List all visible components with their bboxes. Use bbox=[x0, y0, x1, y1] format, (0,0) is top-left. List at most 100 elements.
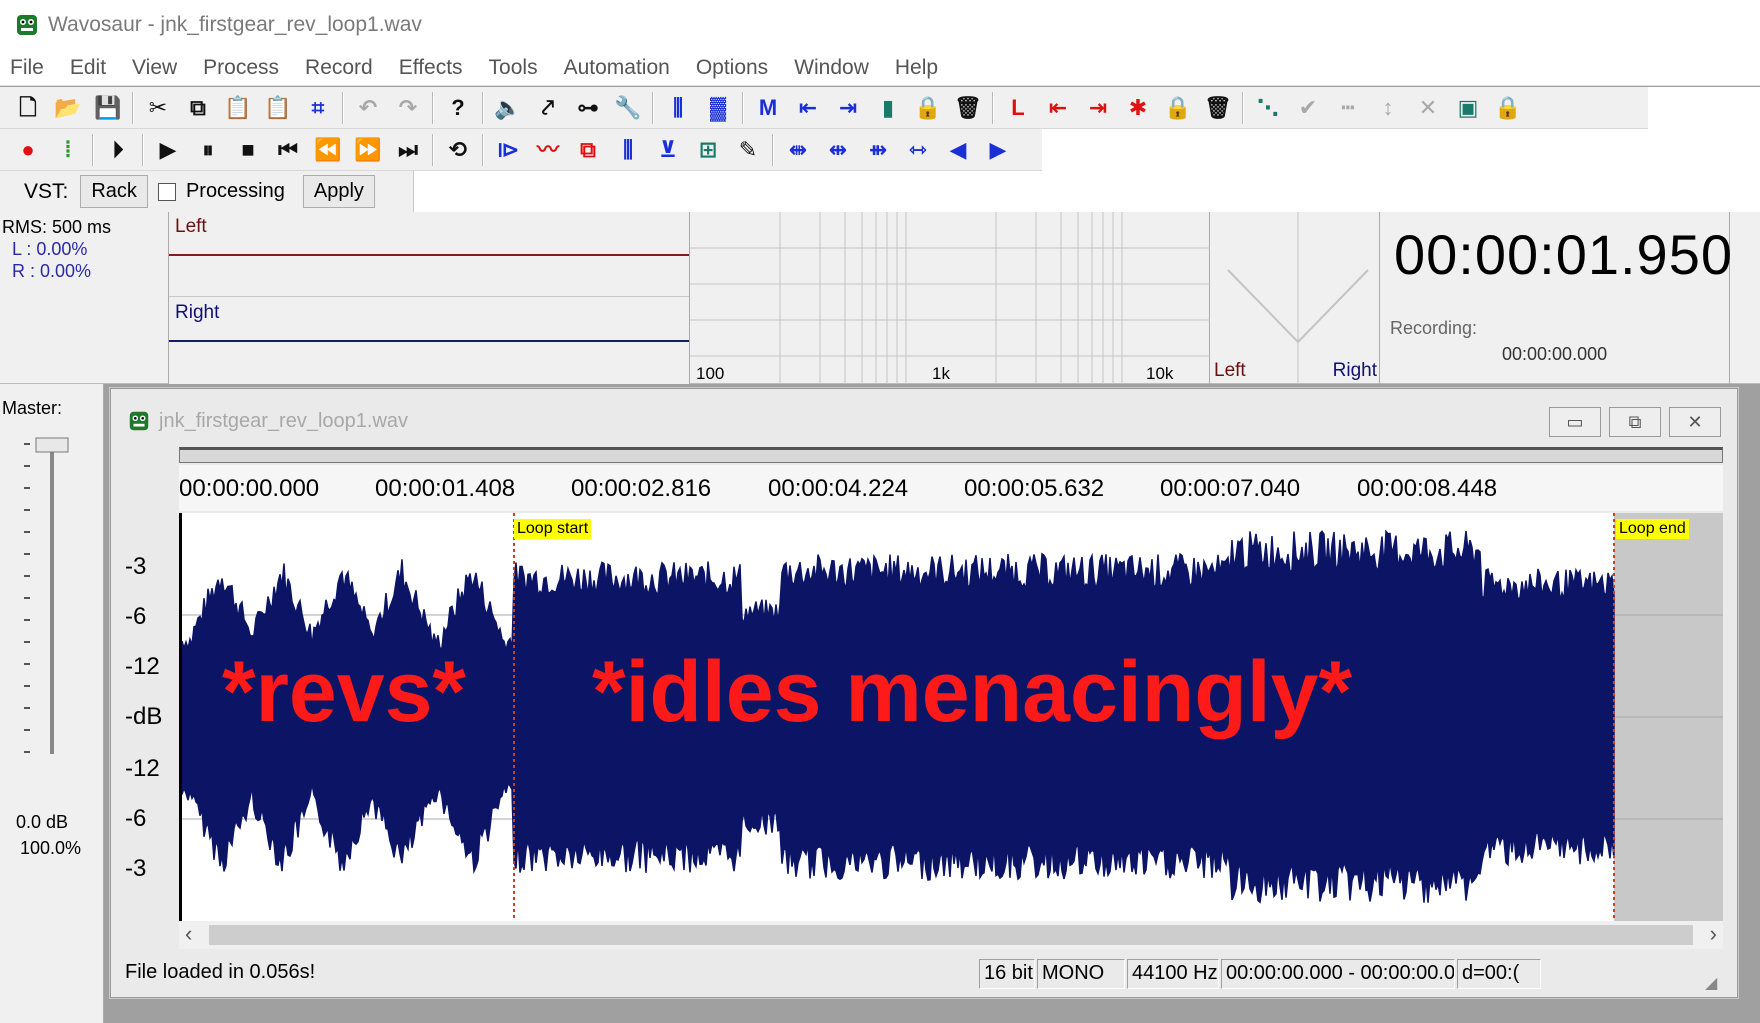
menu-file[interactable]: File bbox=[10, 56, 44, 80]
eq-icon[interactable]: ⊞ bbox=[688, 132, 728, 168]
trash-icon[interactable]: 🗑 bbox=[948, 90, 988, 126]
loop-lock-icon[interactable]: 🔒 bbox=[1158, 90, 1198, 126]
open-folder-icon[interactable]: 📂 bbox=[48, 90, 88, 126]
marker-fill-icon[interactable]: ▮ bbox=[868, 90, 908, 126]
waveform-view[interactable]: Loop start Loop end *revs* *idles menaci… bbox=[179, 513, 1723, 921]
menu-edit[interactable]: Edit bbox=[70, 56, 106, 80]
auto-lock-icon[interactable]: 🔒 bbox=[1488, 90, 1528, 126]
help-icon[interactable]: ? bbox=[438, 90, 478, 126]
loop-trash-icon[interactable]: 🗑 bbox=[1198, 90, 1238, 126]
waveform-icon[interactable]: ⫼ bbox=[658, 90, 698, 126]
time-ruler[interactable]: 00:00:00.000 00:00:01.408 00:00:02.816 0… bbox=[179, 465, 1723, 511]
processing-checkbox[interactable] bbox=[157, 182, 176, 201]
wrench-icon[interactable]: 🔧 bbox=[608, 90, 648, 126]
new-file-icon[interactable]: 🗋 bbox=[8, 90, 48, 126]
split-icon[interactable]: ⊶ bbox=[568, 90, 608, 126]
redo-icon[interactable]: ↷ bbox=[388, 90, 428, 126]
menu-help[interactable]: Help bbox=[895, 56, 938, 80]
copy-red-icon[interactable]: ⧉ bbox=[568, 132, 608, 168]
record-icon[interactable]: ● bbox=[8, 132, 48, 168]
scroll-right-arrow-icon[interactable]: › bbox=[1710, 921, 1717, 947]
toolbar-separator bbox=[1242, 91, 1244, 124]
link-icon[interactable]: ⤤ bbox=[528, 90, 568, 126]
waveform-fill-icon[interactable]: ▓ bbox=[698, 90, 738, 126]
loop-start-marker[interactable]: Loop start bbox=[514, 519, 592, 539]
paste-special-icon[interactable]: 📋 bbox=[258, 90, 298, 126]
check-icon[interactable]: ✔ bbox=[1288, 90, 1328, 126]
loop-left-icon[interactable]: ⇤ bbox=[1038, 90, 1078, 126]
status-bit-depth: 16 bit bbox=[979, 959, 1035, 989]
paste-icon[interactable]: 📋 bbox=[218, 90, 258, 126]
loop-l-icon[interactable]: L bbox=[998, 90, 1038, 126]
horizontal-scrollbar[interactable]: ‹ › bbox=[179, 921, 1723, 949]
document-title-bar: jnk_firstgear_rev_loop1.wav ▭ ⧉ ✕ bbox=[111, 389, 1737, 453]
insert-icon[interactable]: ⧐ bbox=[488, 132, 528, 168]
lock-icon[interactable]: 🔒 bbox=[908, 90, 948, 126]
marker-left-icon[interactable]: ⇤ bbox=[788, 90, 828, 126]
save-icon[interactable]: 💾 bbox=[88, 90, 128, 126]
close-button[interactable]: ✕ bbox=[1669, 407, 1721, 437]
loop-star-icon[interactable]: ✱ bbox=[1118, 90, 1158, 126]
normalize-icon[interactable]: ⊻ bbox=[648, 132, 688, 168]
apply-button[interactable]: Apply bbox=[302, 175, 375, 208]
menu-tools[interactable]: Tools bbox=[489, 56, 538, 80]
crop-icon[interactable]: ⌗ bbox=[298, 90, 338, 126]
menu-view[interactable]: View bbox=[132, 56, 177, 80]
scroll-right-icon[interactable]: ▶ bbox=[978, 132, 1018, 168]
rack-button[interactable]: Rack bbox=[80, 175, 148, 208]
speaker-icon[interactable]: 🔈 bbox=[488, 90, 528, 126]
updown-icon[interactable]: ↕ bbox=[1368, 90, 1408, 126]
scroll-left-icon[interactable]: ◀ bbox=[938, 132, 978, 168]
loop-end-marker[interactable]: Loop end bbox=[1616, 519, 1689, 539]
marker-m-icon[interactable]: M bbox=[748, 90, 788, 126]
master-volume-slider[interactable] bbox=[16, 434, 76, 784]
close-x-icon[interactable]: ✕ bbox=[1408, 90, 1448, 126]
menu-options[interactable]: Options bbox=[696, 56, 768, 80]
dots-icon[interactable]: ┅ bbox=[1328, 90, 1368, 126]
restore-button[interactable]: ⧉ bbox=[1609, 407, 1661, 437]
marker-right-icon[interactable]: ⇥ bbox=[828, 90, 868, 126]
toolbar-empty-area bbox=[1648, 87, 1760, 129]
rms-left-level: L : 0.00% bbox=[12, 239, 88, 259]
loop-right-icon[interactable]: ⇥ bbox=[1078, 90, 1118, 126]
menu-window[interactable]: Window bbox=[794, 56, 869, 80]
level-meter-icon[interactable]: ⦙ bbox=[48, 132, 88, 168]
time-display: 00:00:01.950 Recording: 00:00:00.000 bbox=[1380, 212, 1732, 384]
skip-end-icon[interactable]: ⏭ bbox=[388, 132, 428, 168]
master-volume-panel: Master: 0.0 dB 100.0% bbox=[0, 384, 104, 864]
undo-icon[interactable]: ↶ bbox=[348, 90, 388, 126]
waveform-overview-bar[interactable] bbox=[179, 447, 1723, 463]
play-from-icon[interactable]: ⏵ bbox=[98, 132, 138, 168]
menu-automation[interactable]: Automation bbox=[564, 56, 670, 80]
revs-annotation: *revs* bbox=[222, 644, 466, 740]
play-box-icon[interactable]: ▣ bbox=[1448, 90, 1488, 126]
resize-grip-icon[interactable]: ◢ bbox=[1705, 973, 1717, 993]
copy-icon[interactable]: ⧉ bbox=[178, 90, 218, 126]
graph-icon[interactable]: 〰 bbox=[528, 132, 568, 168]
menu-effects[interactable]: Effects bbox=[399, 56, 463, 80]
cut-icon[interactable]: ✂ bbox=[138, 90, 178, 126]
fast-forward-icon[interactable]: ⏩ bbox=[348, 132, 388, 168]
pause-icon[interactable]: ⏸ bbox=[188, 132, 228, 168]
pencil-icon[interactable]: ✎ bbox=[728, 132, 768, 168]
envelope-icon[interactable]: ⋱ bbox=[1248, 90, 1288, 126]
master-percent-value: 100.0% bbox=[20, 838, 82, 858]
toolbar-separator bbox=[482, 133, 484, 166]
minimize-button[interactable]: ▭ bbox=[1549, 407, 1601, 437]
zoom-out-icon[interactable]: ⇻ bbox=[858, 132, 898, 168]
play-icon[interactable]: ▶ bbox=[148, 132, 188, 168]
skip-start-icon[interactable]: ⏮ bbox=[268, 132, 308, 168]
zoom-fit-icon[interactable]: ⇹ bbox=[818, 132, 858, 168]
scrollbar-thumb[interactable] bbox=[209, 925, 1693, 945]
menu-process[interactable]: Process bbox=[203, 56, 279, 80]
zoom-sel-icon[interactable]: ⇿ bbox=[898, 132, 938, 168]
stereo-right-label: Right bbox=[1332, 360, 1377, 381]
stop-icon[interactable]: ■ bbox=[228, 132, 268, 168]
zoom-in-icon[interactable]: ⇼ bbox=[778, 132, 818, 168]
scroll-left-arrow-icon[interactable]: ‹ bbox=[185, 921, 192, 947]
loop-icon[interactable]: ⟲ bbox=[438, 132, 478, 168]
spectrum-icon[interactable]: ⫼ bbox=[608, 132, 648, 168]
menu-record[interactable]: Record bbox=[305, 56, 373, 80]
amplitude-scale: -3 -6 -12 -dB -12 -6 -3 bbox=[111, 513, 177, 921]
rewind-icon[interactable]: ⏪ bbox=[308, 132, 348, 168]
